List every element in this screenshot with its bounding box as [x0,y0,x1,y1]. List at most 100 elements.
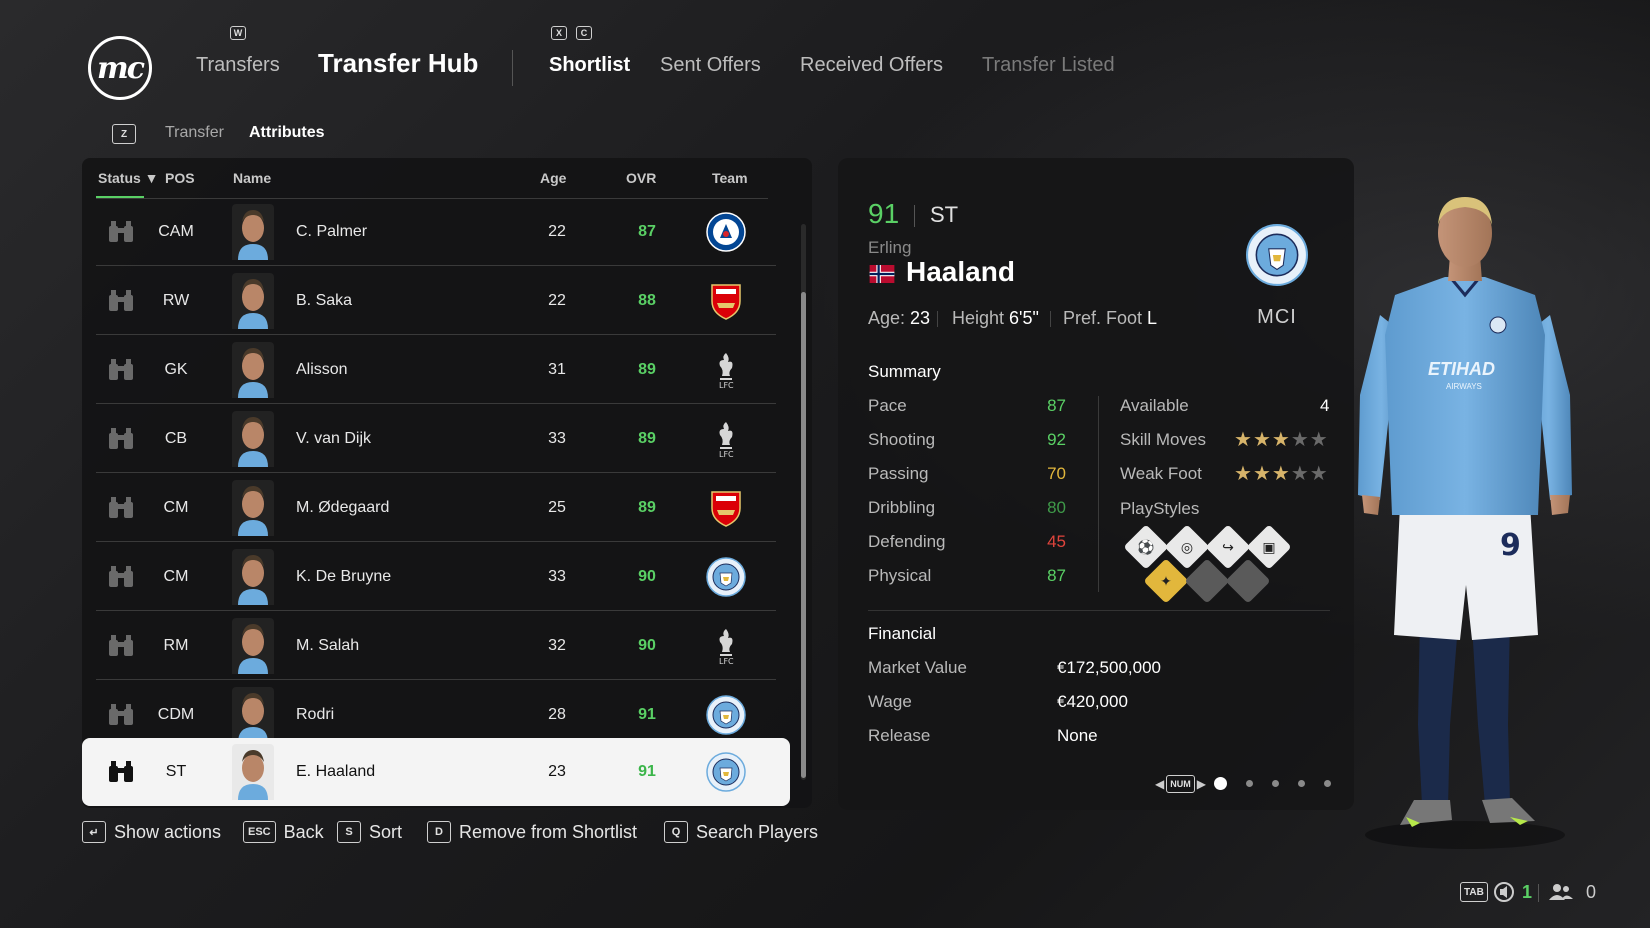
player-ovr: 90 [638,636,656,654]
pager-dot[interactable] [1272,780,1279,787]
arsenal-badge-icon [706,281,746,321]
esc-key-icon: ESC [243,821,276,843]
financial-title: Financial [868,624,937,643]
player-age: 23 [548,763,566,780]
pager-dot[interactable] [1214,777,1227,790]
chevron-right-icon[interactable]: ▶ [1197,777,1206,791]
chevron-left-icon[interactable]: ◀ [1155,777,1164,791]
player-face-image [232,411,274,467]
action-sort[interactable]: S Sort [337,820,402,844]
player-position: CM [163,567,189,585]
online-count: 1 [1522,882,1533,902]
star-icon: ★ [1309,463,1328,485]
table-row[interactable]: RW B. Saka 22 88 [96,267,776,335]
table-row[interactable]: GK Alisson 31 89 LFC [96,336,776,404]
subtab-attributes[interactable]: Attributes [249,124,325,142]
player-face-image [232,480,274,536]
col-header-pos[interactable]: POS [165,170,195,186]
binoculars-icon[interactable] [106,760,136,784]
weak-foot-label: Weak Foot [1120,464,1202,483]
pager-dot[interactable] [1246,780,1253,787]
player-position: RM [163,636,189,654]
binoculars-icon[interactable] [106,358,136,382]
pager-dot[interactable] [1298,780,1305,787]
nav-transfers[interactable]: Transfers [196,54,280,77]
player-position: ST [930,202,959,227]
divider [1538,884,1539,902]
friends-icon[interactable] [1548,882,1574,902]
action-label: Back [283,821,324,842]
player-face-image [232,744,274,800]
financial-value: None [1057,726,1098,745]
tab-shortlist[interactable]: Shortlist [549,54,630,77]
divider [914,205,915,227]
action-search-players[interactable]: Q Search Players [664,820,818,844]
binoculars-icon[interactable] [106,634,136,658]
player-position: CDM [157,705,195,723]
playstyle-plus-icon[interactable]: ✦ [1143,558,1189,604]
action-back[interactable]: ESC Back [243,820,324,844]
friends-count: 0 [1586,882,1597,902]
player-ovr: 87 [638,222,656,240]
svg-text:LFC: LFC [719,381,734,390]
q-key-icon: Q [664,821,688,843]
player-last-name: Haaland [906,256,1015,287]
liverpool-badge-icon: LFC [706,626,746,666]
player-face-image [232,273,274,329]
stat-label: Shooting [868,430,936,449]
table-row-selected[interactable]: ST E. Haaland 23 91 [82,738,790,806]
player-name: B. Saka [296,291,353,309]
tab-received-offers[interactable]: Received Offers [800,54,943,77]
pager-control[interactable]: ◀ NUM ▶ [1155,775,1206,793]
player-name: K. De Bruyne [296,567,392,585]
star-icon: ★ [1252,429,1271,451]
liverpool-badge-icon: LFC [706,350,746,390]
binoculars-icon[interactable] [106,220,136,244]
player-name: C. Palmer [296,222,368,240]
player-position: CM [163,498,189,516]
subtab-transfer[interactable]: Transfer [165,124,224,142]
arsenal-badge-icon [706,488,746,528]
player-position: CAM [158,222,194,240]
table-row[interactable]: RM M. Salah 32 90 LFC [96,612,776,680]
table-row[interactable]: CB V. van Dijk 33 89 LFC [96,405,776,473]
col-header-age[interactable]: Age [540,170,566,186]
stat-value: 87 [1047,566,1066,585]
action-remove-from-shortlist[interactable]: D Remove from Shortlist [427,820,637,844]
d-key-icon: D [427,821,451,843]
tab-transfer-listed[interactable]: Transfer Listed [982,54,1115,77]
binoculars-icon[interactable] [106,427,136,451]
col-header-team[interactable]: Team [712,170,748,186]
action-show-actions[interactable]: ↵ Show actions [82,820,221,844]
tab-sent-offers[interactable]: Sent Offers [660,54,761,77]
table-row[interactable]: CM K. De Bruyne 33 90 [96,543,776,611]
table-row[interactable]: CAM C. Palmer 22 87 [96,198,776,266]
skill-moves-label: Skill Moves [1120,430,1206,449]
player-age: 28 [548,705,566,723]
col-header-status[interactable]: Status ▼ [98,170,159,186]
pager-dot[interactable] [1324,780,1331,787]
player-age: 25 [548,498,566,516]
mancity-badge-icon [706,694,746,735]
stat-label: Physical [868,566,932,585]
binoculars-icon[interactable] [106,565,136,589]
chelsea-badge-icon [706,211,746,252]
key-hint-z: Z [112,124,136,144]
binoculars-icon[interactable] [106,289,136,313]
scrollbar-thumb[interactable] [801,292,806,778]
svg-text:LFC: LFC [719,450,734,459]
star-icon: ★ [1234,463,1252,485]
binoculars-icon[interactable] [106,496,136,520]
s-key-icon: S [337,821,361,843]
player-name: Alisson [296,360,348,378]
speaker-icon[interactable] [1494,882,1514,902]
binoculars-icon[interactable] [106,703,136,727]
financial-label: Wage [868,692,912,711]
col-header-name[interactable]: Name [233,170,271,186]
table-row[interactable]: CM M. Ødegaard 25 89 [96,474,776,542]
player-height: Height 6'5" [952,308,1039,328]
col-header-ovr[interactable]: OVR [626,170,656,186]
player-face-image [232,204,274,260]
stat-label: Pace [868,396,907,415]
mancity-badge-icon [706,752,746,792]
